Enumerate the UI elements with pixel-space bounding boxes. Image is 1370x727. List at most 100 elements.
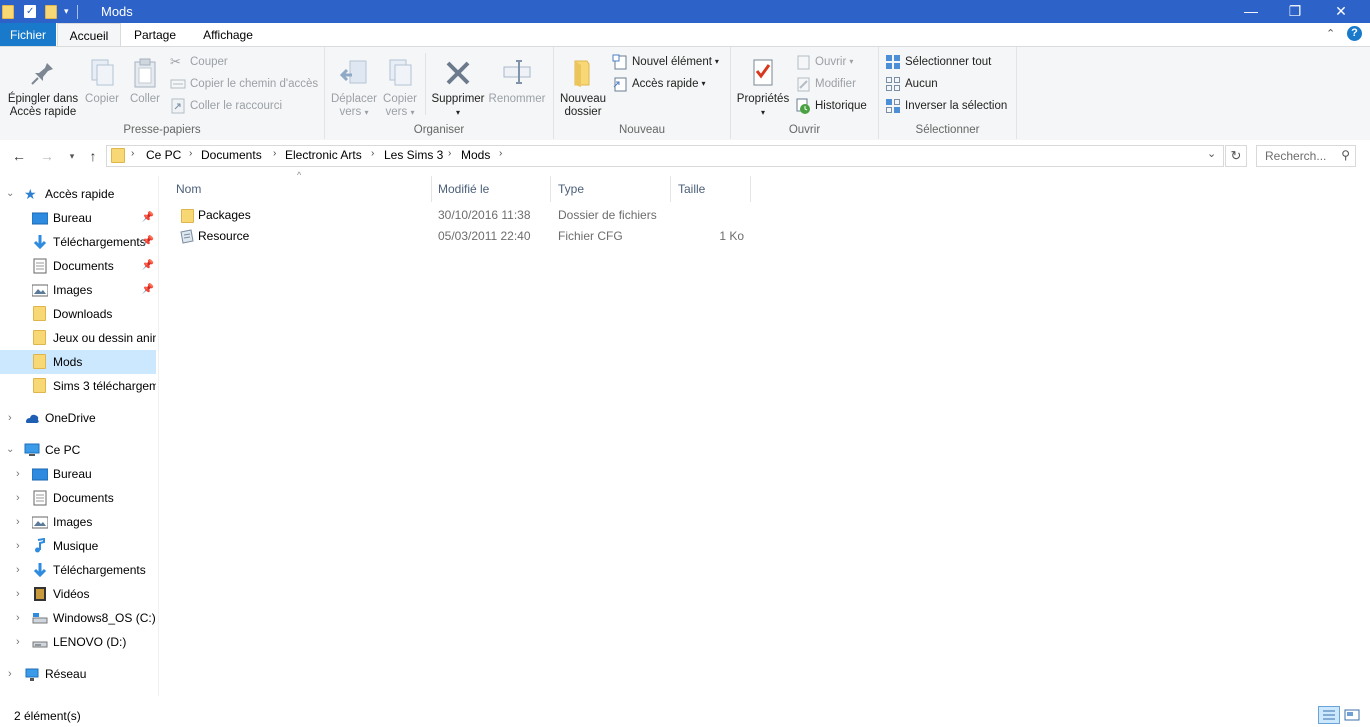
nav-this-pc[interactable]: ⌄ Ce PC [0, 438, 156, 462]
open-button[interactable]: Ouvrir ▾ [795, 53, 853, 71]
pin-icon[interactable]: 📌 [142, 230, 154, 254]
sidebar-item-quick[interactable]: Downloads [0, 302, 156, 326]
crumb-separator-icon[interactable]: › [448, 148, 451, 159]
pin-quick-access-button[interactable]: Épingler dans Accès rapide [4, 57, 82, 119]
column-size[interactable]: Taille [671, 176, 751, 202]
nav-quick-access[interactable]: ⌄ ★ Accès rapide [0, 182, 156, 206]
rename-button[interactable]: Renommer [485, 57, 549, 106]
forward-arrow-icon[interactable]: → [38, 148, 56, 164]
tab-share[interactable]: Partage [124, 23, 186, 47]
search-box[interactable]: Recherch... ⚲ [1256, 145, 1356, 167]
crumb-mods[interactable]: Mods [461, 148, 490, 162]
crumb-separator-icon[interactable]: › [371, 148, 374, 159]
crumb-this-pc[interactable]: Ce PC [146, 148, 181, 162]
sidebar-item-quick[interactable]: Bureau 📌 [0, 206, 156, 230]
file-name[interactable]: Packages [198, 205, 251, 226]
chevron-right-icon[interactable]: › [16, 630, 26, 654]
sidebar-item-quick[interactable]: Images 📌 [0, 278, 156, 302]
sidebar-item-pc[interactable]: › Musique [0, 534, 156, 558]
column-modified[interactable]: Modifié le [431, 176, 551, 202]
paste-shortcut-button[interactable]: Coller le raccourci [170, 97, 282, 115]
copy-path-button[interactable]: Copier le chemin d'accès [170, 75, 318, 93]
search-input[interactable]: Recherch... [1265, 149, 1326, 163]
sidebar-item-pc[interactable]: › Téléchargements [0, 558, 156, 582]
column-type[interactable]: Type [551, 176, 671, 202]
invert-selection-button[interactable]: Inverser la sélection [885, 97, 1007, 115]
recent-locations-chevron-icon[interactable]: ▾ [63, 148, 81, 164]
tab-view[interactable]: Affichage [193, 23, 263, 47]
paste-button[interactable]: Coller [125, 57, 165, 106]
sidebar-item-pc[interactable]: › Bureau [0, 462, 156, 486]
sidebar-item-pc[interactable]: › Images [0, 510, 156, 534]
chevron-right-icon[interactable]: › [16, 462, 26, 486]
pin-icon[interactable]: 📌 [142, 278, 154, 302]
sidebar-item-pc[interactable]: › Vidéos [0, 582, 156, 606]
crumb-separator-icon[interactable]: › [131, 148, 134, 159]
minimize-ribbon-icon[interactable]: ⌃ [1326, 27, 1335, 40]
new-folder-button[interactable]: Nouveau dossier [558, 57, 608, 119]
move-to-button[interactable]: Déplacer vers ▾ [329, 57, 379, 119]
sidebar-item-quick[interactable]: Téléchargements 📌 [0, 230, 156, 254]
new-folder-qa-icon[interactable] [45, 4, 57, 19]
close-button[interactable]: ✕ [1318, 0, 1364, 23]
sidebar-item-pc[interactable]: › Documents [0, 486, 156, 510]
history-button[interactable]: Historique [795, 97, 867, 115]
tab-home[interactable]: Accueil [57, 23, 121, 48]
new-item-button[interactable]: Nouvel élément ▾ [612, 53, 719, 71]
crumb-separator-icon[interactable]: › [273, 148, 276, 159]
crumb-documents[interactable]: Documents [201, 148, 262, 162]
chevron-down-icon[interactable]: ⌄ [6, 182, 16, 206]
chevron-right-icon[interactable]: › [16, 486, 26, 510]
pin-label-1: Épingler dans [7, 93, 79, 105]
file-name[interactable]: Resource [198, 226, 249, 247]
easy-access-button[interactable]: Accès rapide ▾ [612, 75, 706, 93]
chevron-right-icon[interactable]: › [16, 606, 26, 630]
sidebar-item-quick[interactable]: Mods [0, 350, 156, 374]
chevron-right-icon[interactable]: › [8, 662, 18, 686]
table-row[interactable]: Resource 05/03/2011 22:40 Fichier CFG 1 Ko [175, 226, 915, 247]
refresh-icon[interactable]: ↻ [1225, 145, 1247, 167]
chevron-right-icon[interactable]: › [8, 406, 18, 430]
nav-network[interactable]: › Réseau [0, 662, 156, 686]
sidebar-item-quick[interactable]: Jeux ou dessin animé [0, 326, 156, 350]
large-icons-view-icon[interactable] [1342, 706, 1362, 724]
minimize-button[interactable]: — [1228, 0, 1274, 23]
address-box[interactable]: › Ce PC › Documents › Electronic Arts › … [106, 145, 1224, 167]
nav-onedrive[interactable]: › OneDrive [0, 406, 156, 430]
chevron-down-icon[interactable]: ⌄ [6, 438, 16, 462]
help-icon[interactable]: ? [1347, 26, 1362, 41]
tab-file[interactable]: Fichier [0, 23, 56, 47]
delete-dropdown-icon: ▾ [455, 108, 460, 117]
address-dropdown-icon[interactable]: ⌄ [1207, 147, 1216, 160]
crumb-electronic-arts[interactable]: Electronic Arts [285, 148, 362, 162]
crumb-separator-icon[interactable]: › [499, 148, 502, 159]
select-all-button[interactable]: Sélectionner tout [885, 53, 991, 71]
copy-button[interactable]: Copier [84, 57, 120, 106]
sidebar-item-pc[interactable]: › Windows8_OS (C:) [0, 606, 156, 630]
edit-button[interactable]: Modifier [795, 75, 856, 93]
properties-button[interactable]: Propriétés ▾ [735, 57, 791, 119]
customize-qa-icon[interactable]: ▾ [64, 6, 69, 17]
chevron-right-icon[interactable]: › [16, 534, 26, 558]
pin-icon[interactable]: 📌 [142, 254, 154, 278]
crumb-les-sims-3[interactable]: Les Sims 3 [384, 148, 443, 162]
chevron-right-icon[interactable]: › [16, 510, 26, 534]
pin-icon[interactable]: 📌 [142, 206, 154, 230]
up-arrow-icon[interactable]: ↑ [84, 148, 102, 164]
delete-button[interactable]: Supprimer ▾ [429, 57, 487, 119]
sidebar-item-quick[interactable]: Sims 3 téléchargements [0, 374, 156, 398]
back-arrow-icon[interactable]: ← [10, 148, 28, 164]
properties-qa-icon[interactable]: ✓ [24, 5, 36, 18]
column-name[interactable]: Nom [169, 176, 432, 202]
details-view-icon[interactable] [1318, 706, 1340, 724]
chevron-right-icon[interactable]: › [16, 582, 26, 606]
cut-button[interactable]: ✂ Couper [170, 53, 228, 71]
sidebar-item-pc[interactable]: › LENOVO (D:) [0, 630, 156, 654]
select-none-button[interactable]: Aucun [885, 75, 938, 93]
sidebar-item-quick[interactable]: Documents 📌 [0, 254, 156, 278]
copy-to-button[interactable]: Copier vers ▾ [379, 57, 421, 119]
maximize-button[interactable]: ❐ [1272, 0, 1318, 23]
crumb-separator-icon[interactable]: › [189, 148, 192, 159]
chevron-right-icon[interactable]: › [16, 558, 26, 582]
table-row[interactable]: Packages 30/10/2016 11:38 Dossier de fichi… [175, 205, 915, 226]
